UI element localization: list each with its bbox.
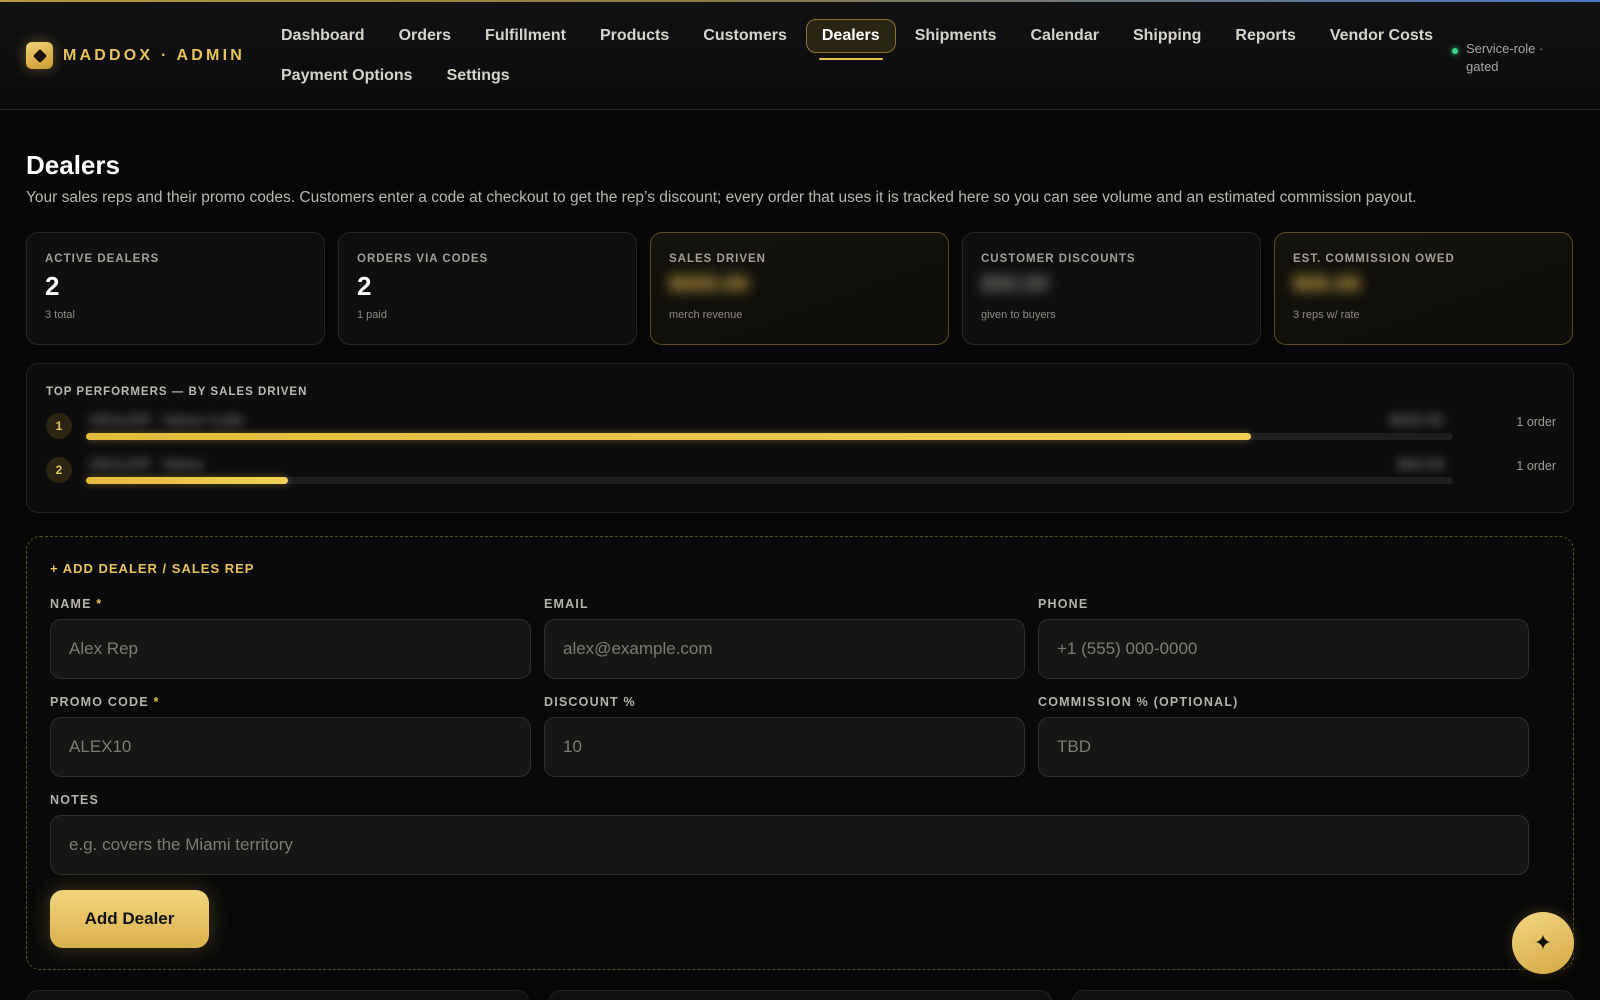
page-title: Dealers <box>26 150 120 180</box>
top-header: MADDOX · ADMIN Dashboard Orders Fulfillmen… <box>0 2 1600 110</box>
top-performers-title: TOP PERFORMERS — BY SALES DRIVEN <box>46 386 308 398</box>
sales-bar-track <box>86 477 1453 484</box>
performer-row: 2 DEALER · Name $00.00 1 order <box>46 452 1556 492</box>
email-input[interactable] <box>544 619 1025 679</box>
nav-item-vendor-costs[interactable]: Vendor Costs <box>1315 19 1448 53</box>
status-dot-icon <box>1452 48 1458 54</box>
add-dealer-form: + ADD DEALER / SALES REP NAME * EMAIL PH… <box>26 536 1574 970</box>
stat-card: CUSTOMER DISCOUNTS $00.00 given to buyers <box>962 232 1261 345</box>
performer-orders: 1 order <box>1516 459 1556 473</box>
nav-row-2: Payment Options Settings <box>266 58 1386 94</box>
dealer-card-peek <box>1072 990 1574 1000</box>
nav-item-products[interactable]: Products <box>585 19 684 53</box>
stat-label: CUSTOMER DISCOUNTS <box>981 253 1136 265</box>
discount-input[interactable] <box>544 717 1025 777</box>
diamond-icon <box>26 42 53 69</box>
commission-label: COMMISSION % (OPTIONAL) <box>1038 695 1239 709</box>
nav-item-dealers[interactable]: Dealers <box>805 19 896 60</box>
dealer-card-peek <box>549 990 1052 1000</box>
stat-value: 2 <box>357 271 372 301</box>
commission-field: COMMISSION % (OPTIONAL) <box>1038 695 1529 777</box>
stat-cards: ACTIVE DEALERS 2 3 total ORDERS VIA CODES 2 1… <box>26 232 1573 345</box>
stat-value: $000.00 <box>669 271 749 296</box>
stat-card: ORDERS VIA CODES 2 1 paid <box>338 232 637 345</box>
nav-item-fulfillment[interactable]: Fulfillment <box>470 19 581 53</box>
commission-input[interactable] <box>1038 717 1529 777</box>
notes-label: NOTES <box>50 793 100 807</box>
assistant-fab-button[interactable]: ✦ <box>1512 912 1574 974</box>
performer-name: DEALER · Name Code <box>90 412 244 429</box>
required-marker: * <box>96 597 103 611</box>
discount-label: DISCOUNT % <box>544 695 636 709</box>
stat-label: ACTIVE DEALERS <box>45 253 160 265</box>
nav-item-customers[interactable]: Customers <box>688 19 802 53</box>
stat-label: ORDERS VIA CODES <box>357 253 489 265</box>
rank-badge: 2 <box>46 457 72 483</box>
add-dealer-title: + ADD DEALER / SALES REP <box>50 561 255 576</box>
email-field: EMAIL <box>544 597 1025 679</box>
nav-item-settings[interactable]: Settings <box>432 59 525 93</box>
notes-input[interactable] <box>50 815 1529 875</box>
service-status: Service-role · gated <box>1452 40 1566 76</box>
stat-card: EST. COMMISSION OWED $00.00 3 reps w/ rate <box>1274 232 1573 345</box>
email-label: EMAIL <box>544 597 589 611</box>
stat-subtext: 3 total <box>45 309 75 321</box>
brand[interactable]: MADDOX · ADMIN <box>26 42 245 69</box>
name-label: NAME <box>50 597 92 611</box>
nav-item-shipping[interactable]: Shipping <box>1118 19 1216 53</box>
stat-card: SALES DRIVEN $000.00 merch revenue <box>650 232 949 345</box>
performer-amount: $00.00 <box>1398 456 1444 473</box>
rank-badge: 1 <box>46 413 72 439</box>
performer-orders: 1 order <box>1516 415 1556 429</box>
phone-label: PHONE <box>1038 597 1089 611</box>
name-field: NAME * <box>50 597 531 679</box>
stat-subtext: merch revenue <box>669 309 743 321</box>
performer-name: DEALER · Name <box>90 456 204 473</box>
phone-input[interactable] <box>1038 619 1529 679</box>
add-dealer-button[interactable]: Add Dealer <box>50 890 209 948</box>
nav-item-calendar[interactable]: Calendar <box>1015 19 1113 53</box>
required-marker: * <box>153 695 160 709</box>
stat-subtext: given to buyers <box>981 309 1056 321</box>
dealer-card-peek <box>26 990 529 1000</box>
stat-subtext: 3 reps w/ rate <box>1293 309 1360 321</box>
phone-field: PHONE <box>1038 597 1529 679</box>
service-status-text: Service-role · gated <box>1466 41 1544 74</box>
sales-bar-fill <box>86 477 289 484</box>
nav-row-1: Dashboard Orders Fulfillment Products Custom… <box>266 18 1433 60</box>
sparkle-icon: ✦ <box>1533 930 1553 955</box>
nav-item-dashboard[interactable]: Dashboard <box>266 19 380 53</box>
stat-label: SALES DRIVEN <box>669 253 766 265</box>
promo-code-label: PROMO CODE <box>50 695 149 709</box>
stat-value: $00.00 <box>1293 271 1361 296</box>
promo-code-input[interactable] <box>50 717 531 777</box>
sales-bar-track <box>86 433 1453 440</box>
promo-code-field: PROMO CODE * <box>50 695 531 777</box>
nav-item-reports[interactable]: Reports <box>1220 19 1310 53</box>
sales-bar-fill <box>86 433 1251 440</box>
discount-field: DISCOUNT % <box>544 695 1025 777</box>
stat-value: 2 <box>45 271 60 301</box>
brand-name: MADDOX · ADMIN <box>63 46 245 64</box>
name-input[interactable] <box>50 619 531 679</box>
nav-item-shipments[interactable]: Shipments <box>900 19 1012 53</box>
page-description: Your sales reps and their promo codes. C… <box>26 189 1417 206</box>
performer-amount: $000.00 <box>1389 412 1444 429</box>
stat-card: ACTIVE DEALERS 2 3 total <box>26 232 325 345</box>
notes-field: NOTES <box>50 793 1529 875</box>
nav-item-payment-options[interactable]: Payment Options <box>266 59 428 93</box>
main-nav: Dashboard Orders Fulfillment Products Custom… <box>266 18 1433 98</box>
stat-value: $00.00 <box>981 271 1049 296</box>
stat-label: EST. COMMISSION OWED <box>1293 253 1455 265</box>
performer-row: 1 DEALER · Name Code $000.00 1 order <box>46 408 1556 448</box>
top-performers-panel: TOP PERFORMERS — BY SALES DRIVEN 1 DEALER… <box>26 363 1574 513</box>
nav-item-orders[interactable]: Orders <box>384 19 466 53</box>
stat-subtext: 1 paid <box>357 309 387 321</box>
